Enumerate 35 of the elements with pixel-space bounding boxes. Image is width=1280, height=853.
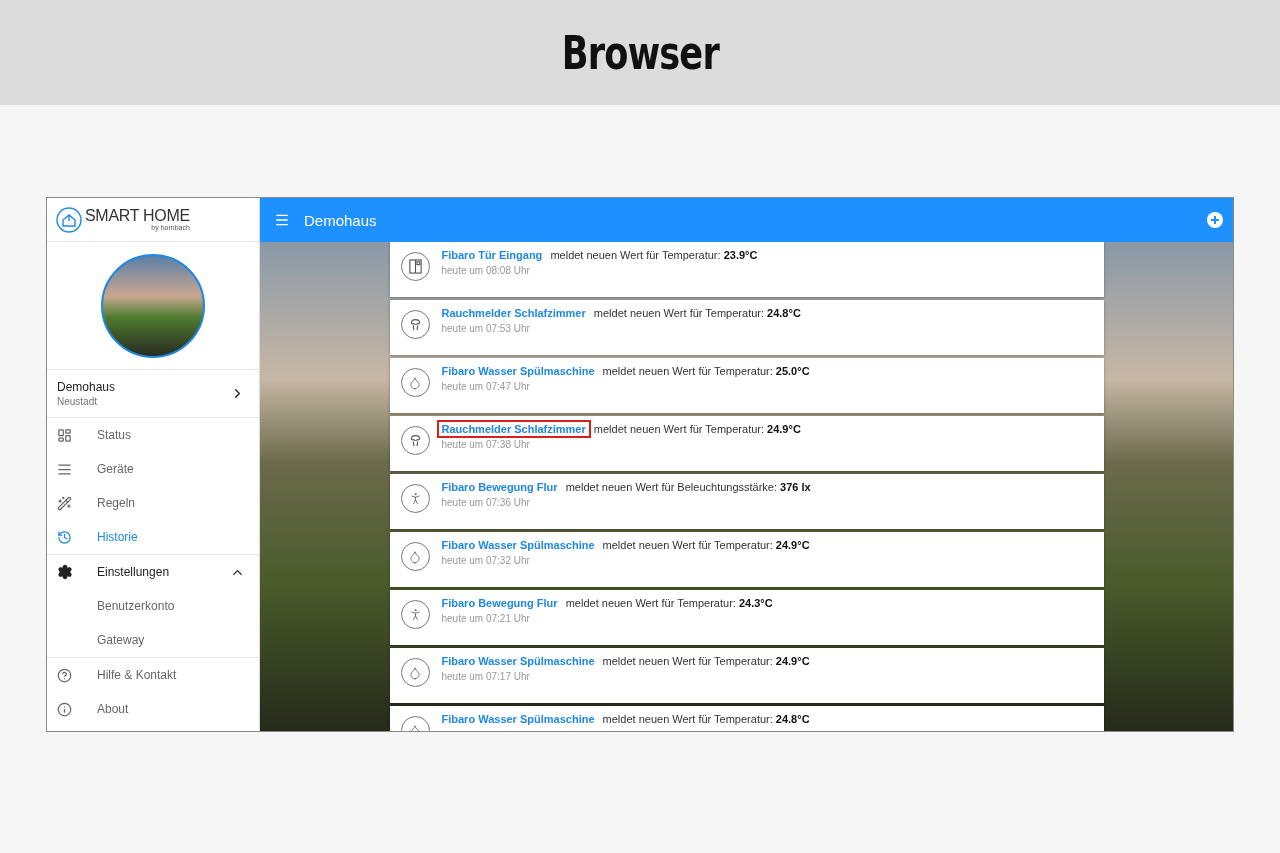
page-title: Browser bbox=[561, 25, 719, 80]
top-bar-title: Demohaus bbox=[304, 211, 378, 229]
home-selector[interactable]: Demohaus Neustadt bbox=[47, 370, 259, 418]
info-icon bbox=[57, 701, 72, 717]
magic-wand-icon bbox=[57, 495, 72, 511]
logo-name: SMART HOME bbox=[85, 207, 190, 224]
dashboard-icon bbox=[57, 427, 72, 443]
event-time: heute um 08:08 Uhr bbox=[441, 265, 531, 276]
nav-item[interactable]: About bbox=[47, 692, 259, 726]
menu-button[interactable] bbox=[274, 212, 290, 228]
nav-item[interactable]: Historie bbox=[47, 520, 259, 554]
house-power-logo-icon bbox=[56, 206, 82, 233]
event-time: heute um 07:21 Uhr bbox=[441, 613, 531, 624]
add-button[interactable] bbox=[1207, 212, 1223, 228]
settings-subitem[interactable]: Gateway bbox=[47, 623, 259, 657]
event-time: heute um 07:36 Uhr bbox=[441, 497, 531, 508]
settings-icon bbox=[57, 564, 73, 580]
help-icon bbox=[57, 667, 72, 683]
nav-item[interactable]: Geräte bbox=[47, 452, 259, 486]
list-icon bbox=[57, 461, 72, 477]
event-time: heute um 07:32 Uhr bbox=[441, 555, 531, 566]
home-location: Neustadt bbox=[57, 396, 99, 407]
event-time: heute um 07:38 Uhr bbox=[441, 439, 531, 450]
event-time: heute um 07:47 Uhr bbox=[441, 381, 531, 392]
settings-subitem[interactable]: Benutzerkonto bbox=[47, 589, 259, 623]
nav-item[interactable]: Status bbox=[47, 418, 259, 452]
home-name: Demohaus bbox=[57, 380, 117, 394]
settings-item[interactable]: Einstellungen bbox=[47, 555, 259, 589]
door-icon bbox=[407, 259, 423, 274]
history-icon bbox=[57, 529, 72, 545]
nav-item[interactable]: Hilfe & Kontakt bbox=[47, 658, 259, 692]
nav-item[interactable]: Regeln bbox=[47, 486, 259, 520]
event-time: heute um 07:17 Uhr bbox=[441, 671, 531, 682]
device-link[interactable]: Rauchmelder Schlafzimmer bbox=[436, 420, 591, 438]
event-time: heute um 07:53 Uhr bbox=[441, 323, 531, 334]
